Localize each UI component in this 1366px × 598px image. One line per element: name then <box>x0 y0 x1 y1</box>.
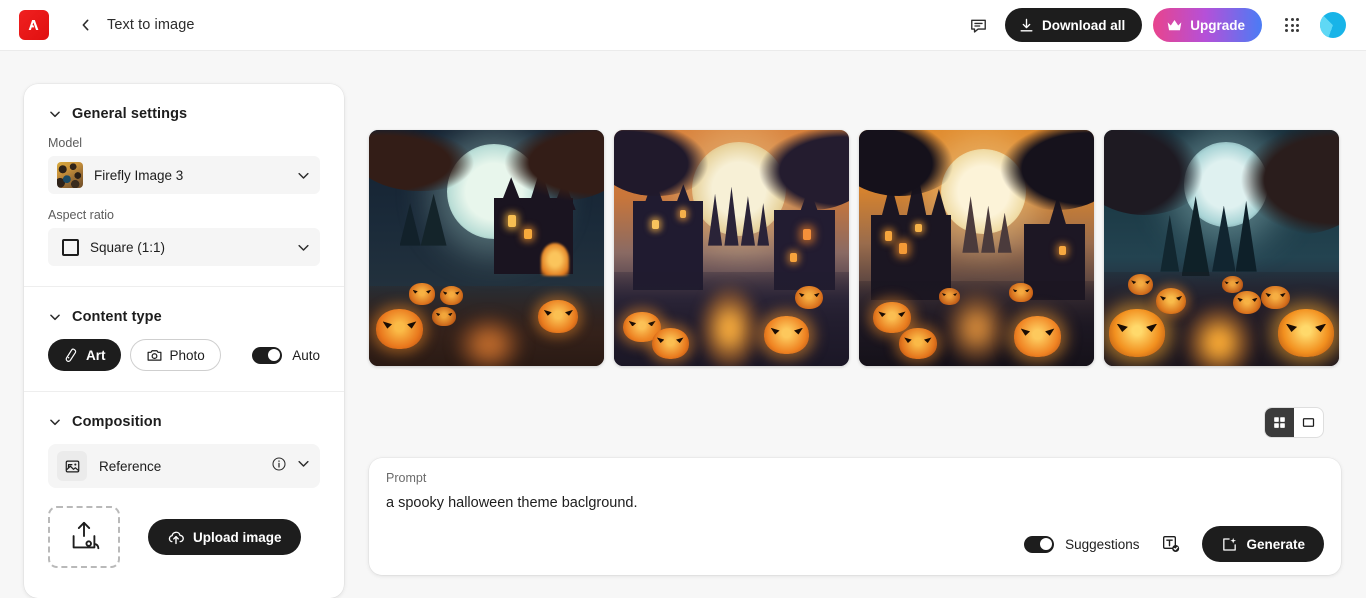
chevron-down-icon <box>48 310 62 324</box>
prompt-input[interactable]: a spooky halloween theme baclground. <box>386 495 1324 515</box>
back-button[interactable] <box>75 14 97 36</box>
content-type-photo-button[interactable]: Photo <box>129 339 221 371</box>
content-type-options: Art Photo Auto <box>48 339 320 371</box>
page-title: Text to image <box>107 17 195 33</box>
adobe-logo[interactable] <box>19 10 49 40</box>
generate-label: Generate <box>1246 536 1305 552</box>
section-content-type-header[interactable]: Content type <box>48 309 320 325</box>
header-actions: Download all Upgrade <box>963 8 1366 42</box>
content-type-art-button[interactable]: Art <box>48 339 121 371</box>
app-header: Text to image Download all Upgrade <box>0 0 1366 51</box>
section-general-settings-title: General settings <box>72 106 188 122</box>
aspect-ratio-value: Square (1:1) <box>90 239 166 255</box>
section-general-settings-header[interactable]: General settings <box>48 106 320 122</box>
reference-actions <box>271 456 311 477</box>
feedback-icon[interactable] <box>963 9 995 41</box>
upgrade-label: Upgrade <box>1190 17 1245 33</box>
image-reference-icon <box>57 451 87 481</box>
download-icon <box>1020 18 1033 31</box>
result-image-4[interactable] <box>1104 130 1339 366</box>
settings-sidebar: General settings Model Firefly Image 3 A… <box>24 84 344 598</box>
auto-toggle[interactable] <box>252 346 283 364</box>
upgrade-button[interactable]: Upgrade <box>1153 8 1262 42</box>
section-composition-header[interactable]: Composition <box>48 414 320 430</box>
grid-icon <box>1274 417 1285 428</box>
auto-toggle-group: Auto <box>252 346 320 364</box>
reference-row[interactable]: Reference <box>48 444 320 488</box>
brush-icon <box>65 348 77 362</box>
single-rect-icon <box>1302 418 1315 427</box>
model-select[interactable]: Firefly Image 3 <box>48 156 320 194</box>
camera-icon <box>147 349 161 361</box>
section-content-type: Content type Art Photo Auto <box>24 286 344 391</box>
section-composition: Composition Reference Upload image <box>24 391 344 588</box>
app-grid-icon[interactable] <box>1276 9 1308 41</box>
avatar[interactable] <box>1320 12 1346 38</box>
grid-view-button[interactable] <box>1265 408 1294 437</box>
auto-label: Auto <box>292 347 320 363</box>
upload-placeholder-icon <box>72 521 100 550</box>
result-image-1[interactable] <box>369 130 604 366</box>
model-value: Firefly Image 3 <box>94 167 184 183</box>
results-grid <box>369 130 1339 366</box>
chevron-down-icon <box>48 107 62 121</box>
generate-button[interactable]: Generate <box>1202 526 1324 562</box>
upload-image-button[interactable]: Upload image <box>148 519 301 555</box>
suggestions-toggle[interactable] <box>1024 535 1055 553</box>
section-composition-title: Composition <box>72 414 162 430</box>
crown-icon <box>1167 19 1182 30</box>
chevron-down-icon <box>296 168 311 183</box>
aspect-ratio-label: Aspect ratio <box>48 208 115 222</box>
section-content-type-title: Content type <box>72 309 162 325</box>
model-thumbnail <box>57 162 83 188</box>
view-toggle <box>1265 408 1323 437</box>
generate-sparkle-icon <box>1223 537 1237 551</box>
upload-image-label: Upload image <box>193 529 282 545</box>
model-label: Model <box>48 136 83 150</box>
section-general-settings: General settings Model Firefly Image 3 A… <box>24 84 344 286</box>
chevron-down-icon[interactable] <box>296 456 311 476</box>
info-icon[interactable] <box>271 456 287 477</box>
suggestions-label: Suggestions <box>1065 536 1140 552</box>
chevron-down-icon <box>296 240 311 255</box>
content-type-art-label: Art <box>86 347 106 363</box>
square-ratio-icon <box>62 238 79 256</box>
prompt-actions: Suggestions Generate <box>1024 526 1324 562</box>
reference-label: Reference <box>99 458 162 474</box>
content-type-photo-label: Photo <box>169 347 205 363</box>
chevron-down-icon <box>48 415 62 429</box>
upload-dropzone[interactable] <box>48 506 120 568</box>
prompt-bar: Prompt a spooky halloween theme baclgrou… <box>369 458 1341 575</box>
result-image-3[interactable] <box>859 130 1094 366</box>
download-all-button[interactable]: Download all <box>1004 8 1143 42</box>
cloud-upload-icon <box>168 531 184 544</box>
download-all-label: Download all <box>1041 17 1126 33</box>
aspect-ratio-select[interactable]: Square (1:1) <box>48 228 320 266</box>
prompt-label: Prompt <box>386 471 427 485</box>
text-verified-icon[interactable] <box>1161 534 1181 554</box>
upload-row: Upload image <box>48 506 320 568</box>
result-image-2[interactable] <box>614 130 849 366</box>
single-view-button[interactable] <box>1294 408 1323 437</box>
